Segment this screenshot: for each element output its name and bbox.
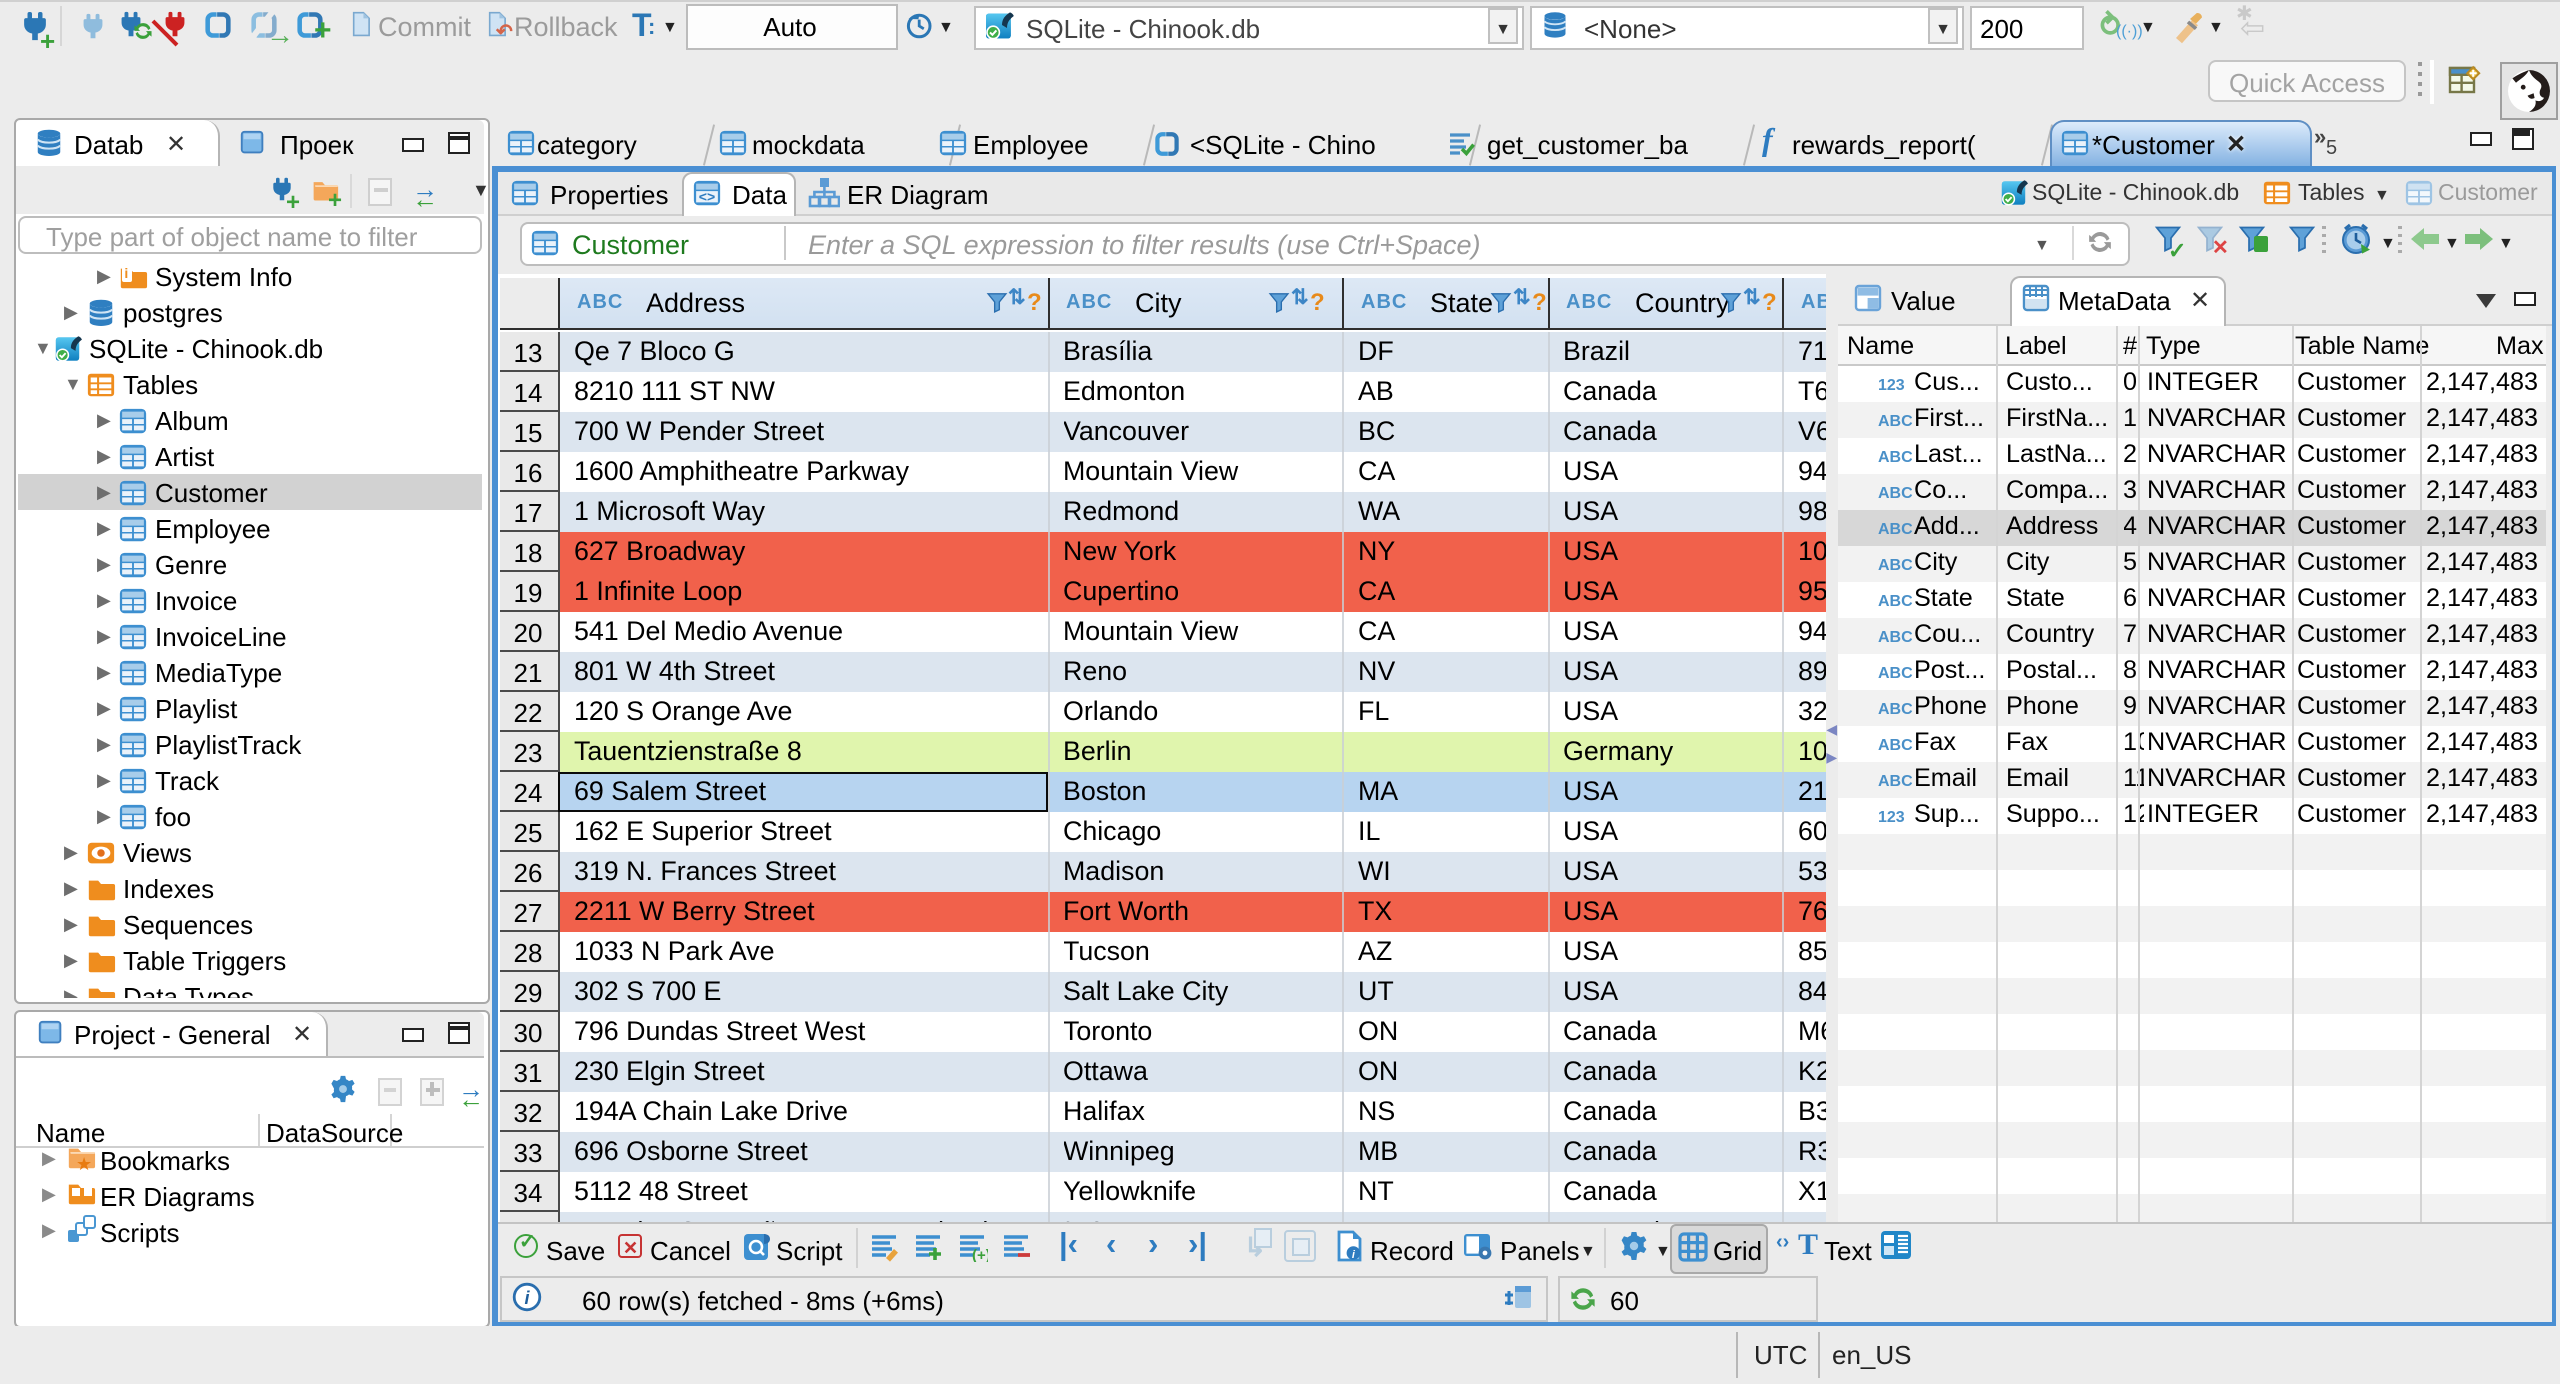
svg-text:(+): (+) (971, 1247, 987, 1262)
svg-text:<>: <> (698, 189, 714, 205)
